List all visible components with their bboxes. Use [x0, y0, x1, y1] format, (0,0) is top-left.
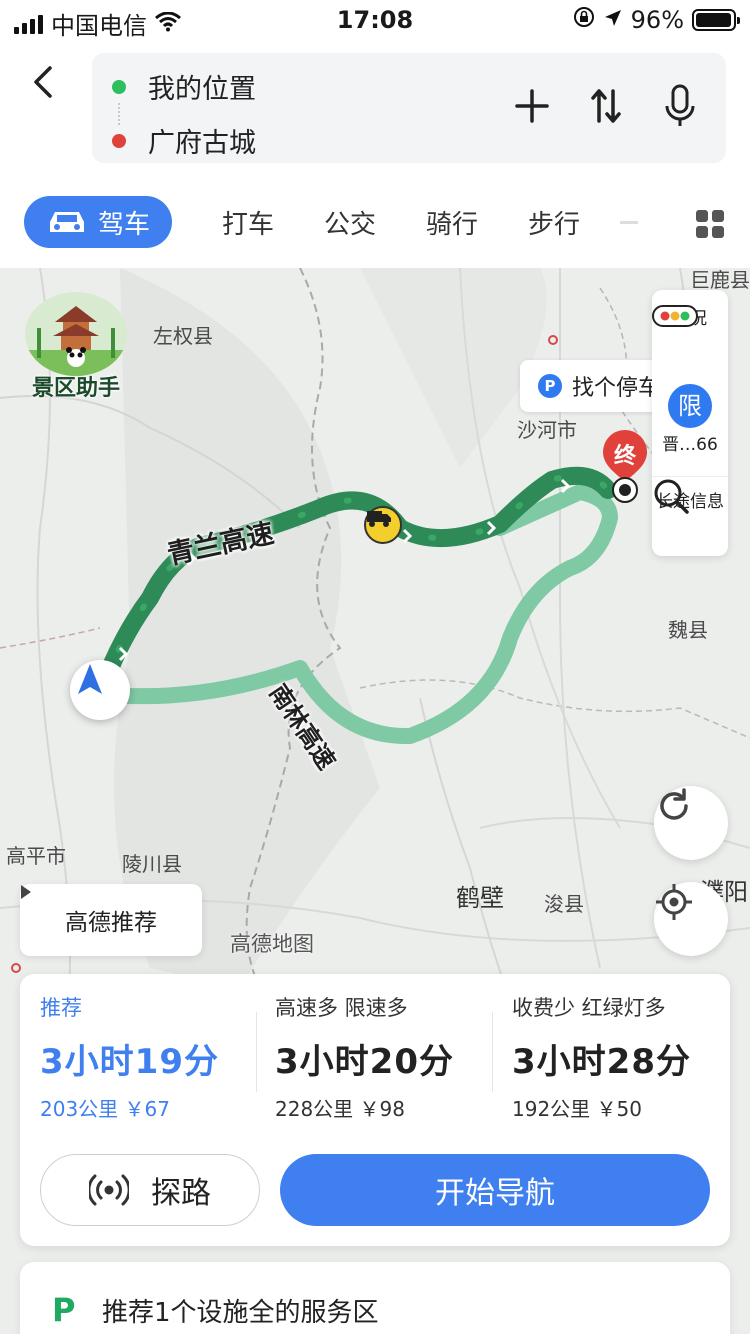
route-option-lowtoll[interactable]: 收费少 红绿灯多 3小时28分 192公里 ￥50: [512, 992, 691, 1122]
divider: [492, 1012, 493, 1092]
find-parking-label: 找个停车: [572, 376, 661, 401]
service-area-banner[interactable]: P 推荐1个设施全的服务区: [20, 1262, 730, 1334]
route-actions: [510, 81, 702, 131]
car-icon: [49, 212, 84, 232]
parking-service-icon: P: [52, 1291, 76, 1329]
destination-field[interactable]: 广府古城: [148, 121, 256, 160]
route-distance: 203公里: [40, 1097, 119, 1121]
traffic-light-icon: [652, 305, 698, 327]
traffic-toggle[interactable]: 路况: [652, 304, 728, 329]
gaode-recommend-label: 高德推荐: [65, 910, 157, 936]
parking-icon: P: [538, 374, 562, 398]
route-meta: 228公里 ￥98: [275, 1093, 454, 1122]
divider: [256, 1012, 257, 1092]
route-duration: 3小时20分: [275, 1042, 454, 1082]
route-duration: 3小时28分: [512, 1042, 691, 1082]
play-triangle-icon: [21, 885, 31, 899]
map-tool-panel: 路况 限 晋…66 长途信息: [652, 290, 728, 556]
swap-icon: [591, 89, 621, 123]
gaode-recommend-button[interactable]: 高德推荐: [20, 884, 202, 956]
place-label: 左权县: [153, 324, 213, 348]
plate-limit-label: 晋…66: [662, 435, 718, 455]
more-modes-grid-icon[interactable]: [696, 210, 724, 238]
swap-route-button[interactable]: [584, 81, 628, 131]
tab-drive-label: 驾车: [97, 209, 150, 240]
tab-walk[interactable]: 步行: [528, 204, 580, 241]
route-toll: ￥50: [596, 1097, 642, 1121]
end-pin-label: 终: [613, 444, 636, 469]
scenic-pagoda-icon: [25, 292, 127, 376]
back-arrow-icon: [34, 66, 52, 98]
status-right: 96%: [573, 6, 740, 34]
explore-route-button[interactable]: 探路: [40, 1154, 260, 1226]
route-header: 我的位置 广府古城 驾车 打车 公交 骑行 步行: [0, 40, 750, 268]
origin-field[interactable]: 我的位置: [148, 67, 256, 106]
tab-bike[interactable]: 骑行: [426, 204, 478, 241]
route-meta: 192公里 ￥50: [512, 1093, 691, 1122]
map-watermark: 高德地图: [230, 932, 314, 956]
tab-bus[interactable]: 公交: [324, 204, 376, 241]
battery-fill: [696, 13, 731, 27]
battery-percent: 96%: [630, 6, 684, 34]
start-navigation-label: 开始导航: [435, 1176, 555, 1211]
route-option-recommended[interactable]: 推荐 3小时19分 203公里 ￥67: [40, 992, 219, 1122]
route-distance: 228公里: [275, 1097, 354, 1121]
broadcast-icon: [89, 1174, 129, 1206]
plus-icon: [515, 89, 549, 123]
refresh-icon: [660, 788, 688, 820]
route-tag: 推荐: [40, 996, 82, 1020]
battery-icon: [692, 9, 740, 31]
destination-row[interactable]: 广府古城: [112, 121, 256, 160]
voice-input-button[interactable]: [658, 81, 702, 131]
route-tag: 收费少 红绿灯多: [512, 996, 666, 1020]
locate-me-button[interactable]: [654, 882, 728, 956]
place-label: 沙河市: [517, 418, 577, 442]
rotation-lock-icon: [573, 6, 595, 34]
route-toll: ￥98: [359, 1097, 405, 1121]
explore-route-label: 探路: [151, 1176, 211, 1211]
place-label: 魏县: [668, 618, 708, 642]
route-meta: 203公里 ￥67: [40, 1093, 219, 1122]
origin-row[interactable]: 我的位置: [112, 67, 256, 106]
limit-icon: 限: [668, 384, 712, 428]
location-arrow-icon: [603, 6, 623, 34]
tab-overflow-indicator: [620, 220, 639, 224]
route-option-highway[interactable]: 高速多 限速多 3小时20分 228公里 ￥98: [275, 992, 454, 1122]
refresh-route-button[interactable]: [654, 786, 728, 860]
tab-taxi[interactable]: 打车: [222, 204, 274, 241]
route-distance: 192公里: [512, 1097, 591, 1121]
start-navigation-button[interactable]: 开始导航: [280, 1154, 710, 1226]
route-toll: ￥67: [124, 1097, 170, 1121]
destination-dot-icon: [112, 133, 126, 148]
find-parking-button[interactable]: P 找个停车: [520, 360, 673, 412]
route-duration: 3小时19分: [40, 1042, 219, 1082]
place-label: 陵川县: [122, 852, 182, 876]
origin-dot-icon: [112, 79, 126, 94]
truck-event-icon[interactable]: [364, 506, 402, 544]
tab-drive[interactable]: 驾车: [24, 196, 172, 248]
my-location-marker: [70, 660, 130, 720]
place-label: 高平市: [6, 844, 66, 868]
locate-crosshair-icon: [656, 884, 692, 920]
service-area-text: 推荐1个设施全的服务区: [102, 1298, 379, 1328]
place-label: 鹤壁: [456, 884, 504, 912]
back-button[interactable]: [22, 60, 66, 104]
route-input-box: 我的位置 广府古城: [92, 53, 726, 163]
search-icon: [654, 479, 689, 514]
route-tag: 高速多 限速多: [275, 996, 408, 1020]
route-options-card: 推荐 3小时19分 203公里 ￥67 高速多 限速多 3小时20分 228公里…: [20, 974, 730, 1246]
navigation-arrow-icon: [78, 664, 102, 694]
plate-limit-toggle[interactable]: 限 晋…66: [652, 384, 728, 455]
microphone-icon: [665, 84, 695, 126]
long-trip-info-button[interactable]: 长途信息: [652, 476, 728, 514]
place-label: 浚县: [544, 892, 584, 916]
add-waypoint-button[interactable]: [510, 81, 554, 131]
status-bar: 中国电信 17:08 96%: [0, 0, 750, 40]
transport-tabs: 驾车 打车 公交 骑行 步行: [24, 196, 639, 248]
scenic-assistant-badge[interactable]: 景区助手: [20, 292, 132, 402]
